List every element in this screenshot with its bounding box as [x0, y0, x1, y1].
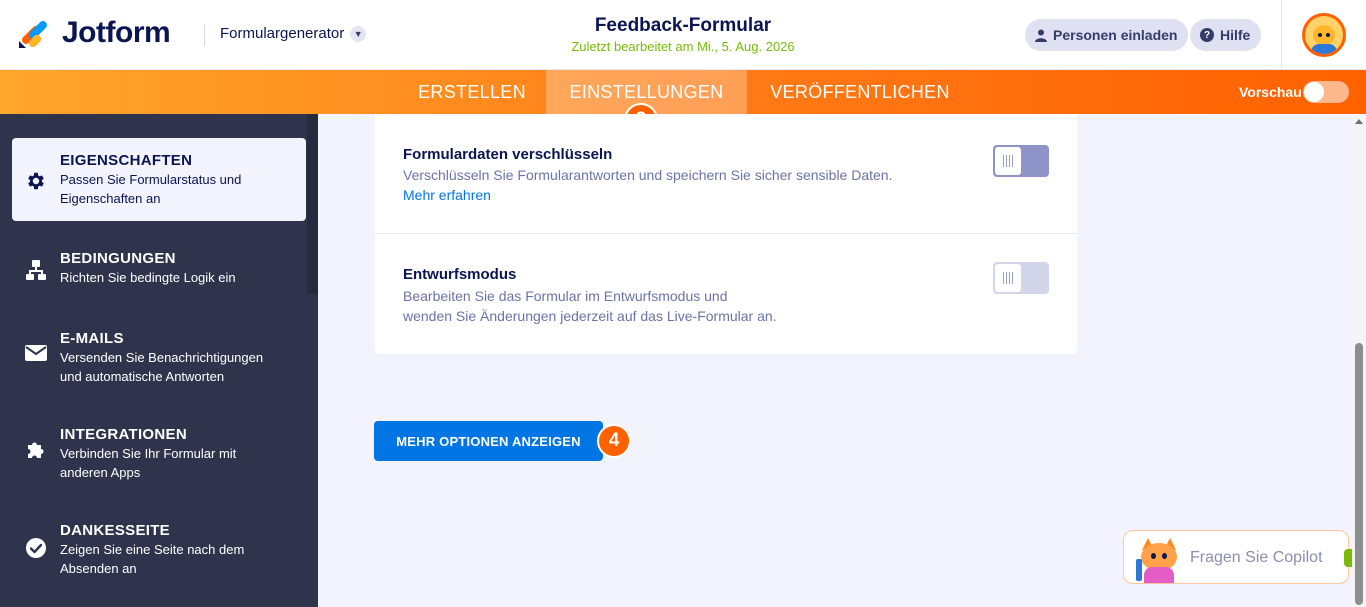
help-button[interactable]: ? Hilfe	[1190, 19, 1262, 51]
brand-name: Jotform	[62, 16, 171, 49]
copilot-mascot-icon	[1132, 537, 1184, 583]
sidebar-item-title: INTEGRATIONEN	[60, 426, 187, 443]
learn-more-link[interactable]: Mehr erfahren	[403, 187, 491, 203]
sidebar-item-desc: und automatische Antworten	[60, 369, 225, 384]
avatar[interactable]	[1302, 13, 1346, 57]
sidebar-scrollbar[interactable]	[307, 114, 318, 294]
settings-card: Formulardaten verschlüsseln Verschlüssel…	[375, 114, 1077, 354]
encrypt-option-desc: Verschlüsseln Sie Formularantworten und …	[403, 167, 893, 183]
invite-label: Personen einladen	[1053, 27, 1178, 43]
sidebar-item-title: DANKESSEITE	[60, 522, 170, 539]
sidebar-item-title: EIGENSCHAFTEN	[60, 152, 193, 169]
scroll-up-arrow-icon[interactable]	[1355, 119, 1363, 124]
sidebar-item-desc: Passen Sie Formularstatus und	[60, 172, 242, 187]
sidebar-item-desc: Verbinden Sie Ihr Formular mit	[60, 446, 237, 461]
help-label: Hilfe	[1220, 27, 1251, 43]
option-divider	[375, 233, 1077, 234]
scrollbar-thumb[interactable]	[1355, 343, 1363, 605]
tab-publish[interactable]: VERÖFFENTLICHEN	[750, 70, 970, 114]
encrypt-option-title: Formulardaten verschlüsseln	[403, 146, 613, 163]
settings-sidebar: EIGENSCHAFTEN Passen Sie Formularstatus …	[0, 114, 318, 607]
toggle-knob	[995, 264, 1021, 292]
preview-toggle[interactable]	[1303, 81, 1349, 103]
copilot-button[interactable]: Fragen Sie Copilot	[1123, 530, 1352, 584]
sidebar-item-title: E-MAILS	[60, 330, 124, 347]
gear-icon	[24, 169, 48, 193]
last-edited-text: Zuletzt bearbeitet am Mi., 5. Aug. 2026	[571, 39, 795, 54]
top-header: Jotform Formulargenerator ▼ Feedback-For…	[0, 0, 1366, 70]
sidebar-item-desc: Eigenschaften an	[60, 191, 161, 206]
sidebar-item-properties[interactable]: EIGENSCHAFTEN Passen Sie Formularstatus …	[12, 138, 306, 221]
jotform-logo-icon	[18, 17, 50, 49]
puzzle-icon	[24, 438, 48, 462]
sidebar-item-desc: Absenden an	[60, 561, 137, 576]
jotform-logo[interactable]: Jotform	[18, 16, 171, 50]
draft-mode-desc: Bearbeiten Sie das Formular im Entwurfsm…	[403, 288, 728, 304]
sidebar-item-thankyou[interactable]: DANKESSEITE Zeigen Sie eine Seite nach d…	[12, 522, 306, 578]
tab-create[interactable]: ERSTELLEN	[398, 70, 546, 114]
sidebar-item-title: BEDINGUNGEN	[60, 250, 176, 267]
copilot-status-indicator	[1344, 549, 1352, 567]
envelope-icon	[24, 341, 48, 365]
user-icon	[1035, 29, 1047, 42]
builder-nav: ERSTELLEN EINSTELLUNGEN VERÖFFENTLICHEN …	[0, 70, 1366, 114]
conditions-icon	[24, 258, 48, 282]
sidebar-item-desc: Versenden Sie Benachrichtigungen	[60, 350, 264, 365]
invite-people-button[interactable]: Personen einladen	[1025, 19, 1189, 51]
check-circle-icon	[24, 536, 48, 560]
chevron-down-icon: ▼	[350, 25, 367, 42]
avatar-image	[1305, 16, 1343, 54]
encrypt-toggle[interactable]	[993, 145, 1049, 177]
preview-toggle-knob	[1304, 82, 1324, 102]
draft-mode-desc: wenden Sie Änderungen jederzeit auf das …	[403, 308, 777, 324]
generator-label: Formulargenerator	[220, 25, 345, 42]
sidebar-item-emails[interactable]: E-MAILS Versenden Sie Benachrichtigungen…	[12, 330, 306, 386]
help-icon: ?	[1200, 28, 1214, 42]
sidebar-item-desc: anderen Apps	[60, 465, 141, 480]
header-divider-right	[1281, 0, 1282, 70]
sidebar-item-conditions[interactable]: BEDINGUNGEN Richten Sie bedingte Logik e…	[12, 250, 306, 287]
form-title[interactable]: Feedback-Formular	[483, 15, 883, 37]
draft-mode-title: Entwurfsmodus	[403, 266, 517, 283]
toggle-knob	[995, 147, 1021, 175]
preview-label: Vorschau	[1239, 84, 1302, 100]
sidebar-item-desc: Richten Sie bedingte Logik ein	[60, 270, 236, 285]
draft-mode-toggle[interactable]	[993, 262, 1049, 294]
step-badge-4: 4	[597, 424, 631, 458]
header-divider	[204, 24, 205, 46]
sidebar-item-integrations[interactable]: INTEGRATIONEN Verbinden Sie Ihr Formular…	[12, 426, 306, 482]
show-more-options-button[interactable]: MEHR OPTIONEN ANZEIGEN	[374, 421, 603, 461]
copilot-label: Fragen Sie Copilot	[1190, 549, 1323, 566]
generator-dropdown[interactable]: Formulargenerator ▼	[220, 25, 367, 42]
sidebar-item-desc: Zeigen Sie eine Seite nach dem	[60, 542, 245, 557]
main-scrollbar[interactable]	[1352, 114, 1366, 607]
